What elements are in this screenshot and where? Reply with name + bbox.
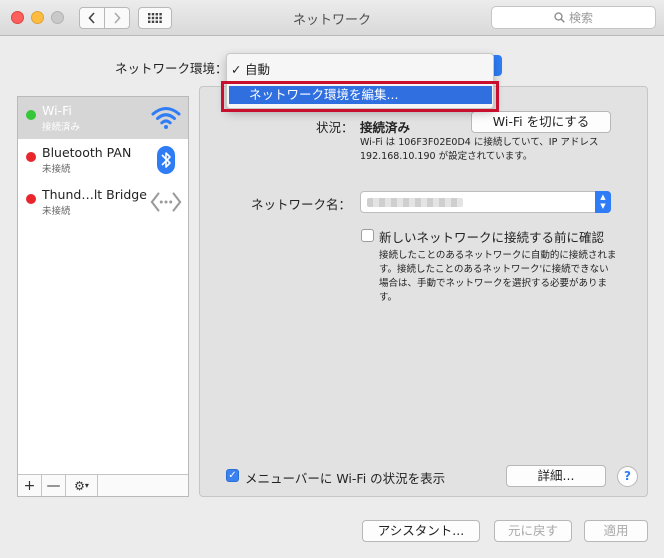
service-item-bluetooth-pan[interactable]: Bluetooth PAN 未接続 [18, 139, 188, 181]
location-menu-item-automatic[interactable]: ✓ 自動 [231, 59, 270, 78]
service-name: Wi-Fi [42, 103, 72, 118]
assist-me-button[interactable]: アシスタント... [362, 520, 480, 542]
ask-to-join-checkbox[interactable] [361, 229, 374, 242]
bluetooth-icon [150, 145, 182, 175]
help-button[interactable]: ? [617, 466, 638, 487]
add-service-button[interactable]: + [18, 475, 42, 496]
service-list: Wi-Fi 接続済み Bluetooth PAN 未接続 Thund…lt Br… [17, 96, 189, 497]
status-dot [26, 110, 36, 120]
network-name-label: ネットワーク名： [251, 197, 352, 212]
status-dot [26, 194, 36, 204]
service-item-thunderbolt-bridge[interactable]: Thund…lt Bridge 未接続 [18, 181, 188, 223]
turn-wifi-off-button[interactable]: Wi-Fi を切にする [471, 111, 611, 133]
ask-to-join-description: 接続したことのあるネットワークに自動的に接続されます。接続したことのあるネットワ… [379, 250, 617, 303]
checkmark-icon: ✓ [228, 470, 237, 481]
status-description: Wi-Fi は 106F3F02E0D4 に接続していて、IP アドレス 192… [360, 137, 599, 162]
popup-arrows-icon: ▲ ▼ [595, 191, 611, 213]
status-label: 状況： [316, 120, 354, 135]
service-item-wifi[interactable]: Wi-Fi 接続済み [18, 97, 188, 139]
revert-button[interactable]: 元に戻す [494, 520, 572, 542]
title-bar: ネットワーク 検索 [0, 0, 664, 36]
thunderbolt-bridge-icon [150, 187, 182, 217]
show-in-menubar-checkbox[interactable]: ✓ [226, 469, 239, 482]
gear-icon: ⚙ [74, 478, 85, 493]
status-dot [26, 152, 36, 162]
search-icon [554, 12, 565, 23]
location-label: ネットワーク環境： [115, 61, 228, 76]
status-value: 接続済み [360, 120, 411, 135]
redacted-network-name [367, 198, 463, 207]
wifi-icon [150, 103, 182, 133]
network-name-popup[interactable]: ▲ ▼ [360, 191, 611, 213]
search-placeholder: 検索 [568, 11, 593, 25]
remove-service-button[interactable]: — [42, 475, 66, 496]
annotation-highlight-box [221, 81, 499, 112]
service-actions-button[interactable]: ⚙ ▾ [66, 475, 98, 496]
service-status: 未接続 [42, 206, 71, 217]
service-status: 未接続 [42, 164, 71, 175]
advanced-button[interactable]: 詳細... [506, 465, 606, 487]
ask-to-join-label: 新しいネットワークに接続する前に確認 [379, 230, 605, 245]
apply-button[interactable]: 適用 [584, 520, 648, 542]
chevron-down-icon: ▾ [84, 481, 89, 490]
service-status: 接続済み [42, 122, 81, 133]
search-field[interactable]: 検索 [491, 6, 656, 29]
service-name: Bluetooth PAN [42, 145, 132, 160]
service-name: Thund…lt Bridge [42, 187, 147, 202]
service-list-toolbar: + — ⚙ ▾ [18, 474, 188, 496]
checkmark-icon: ✓ [231, 62, 242, 77]
show-in-menubar-label: メニューバーに Wi-Fi の状況を表示 [245, 471, 446, 486]
menu-item-label: 自動 [245, 62, 271, 77]
